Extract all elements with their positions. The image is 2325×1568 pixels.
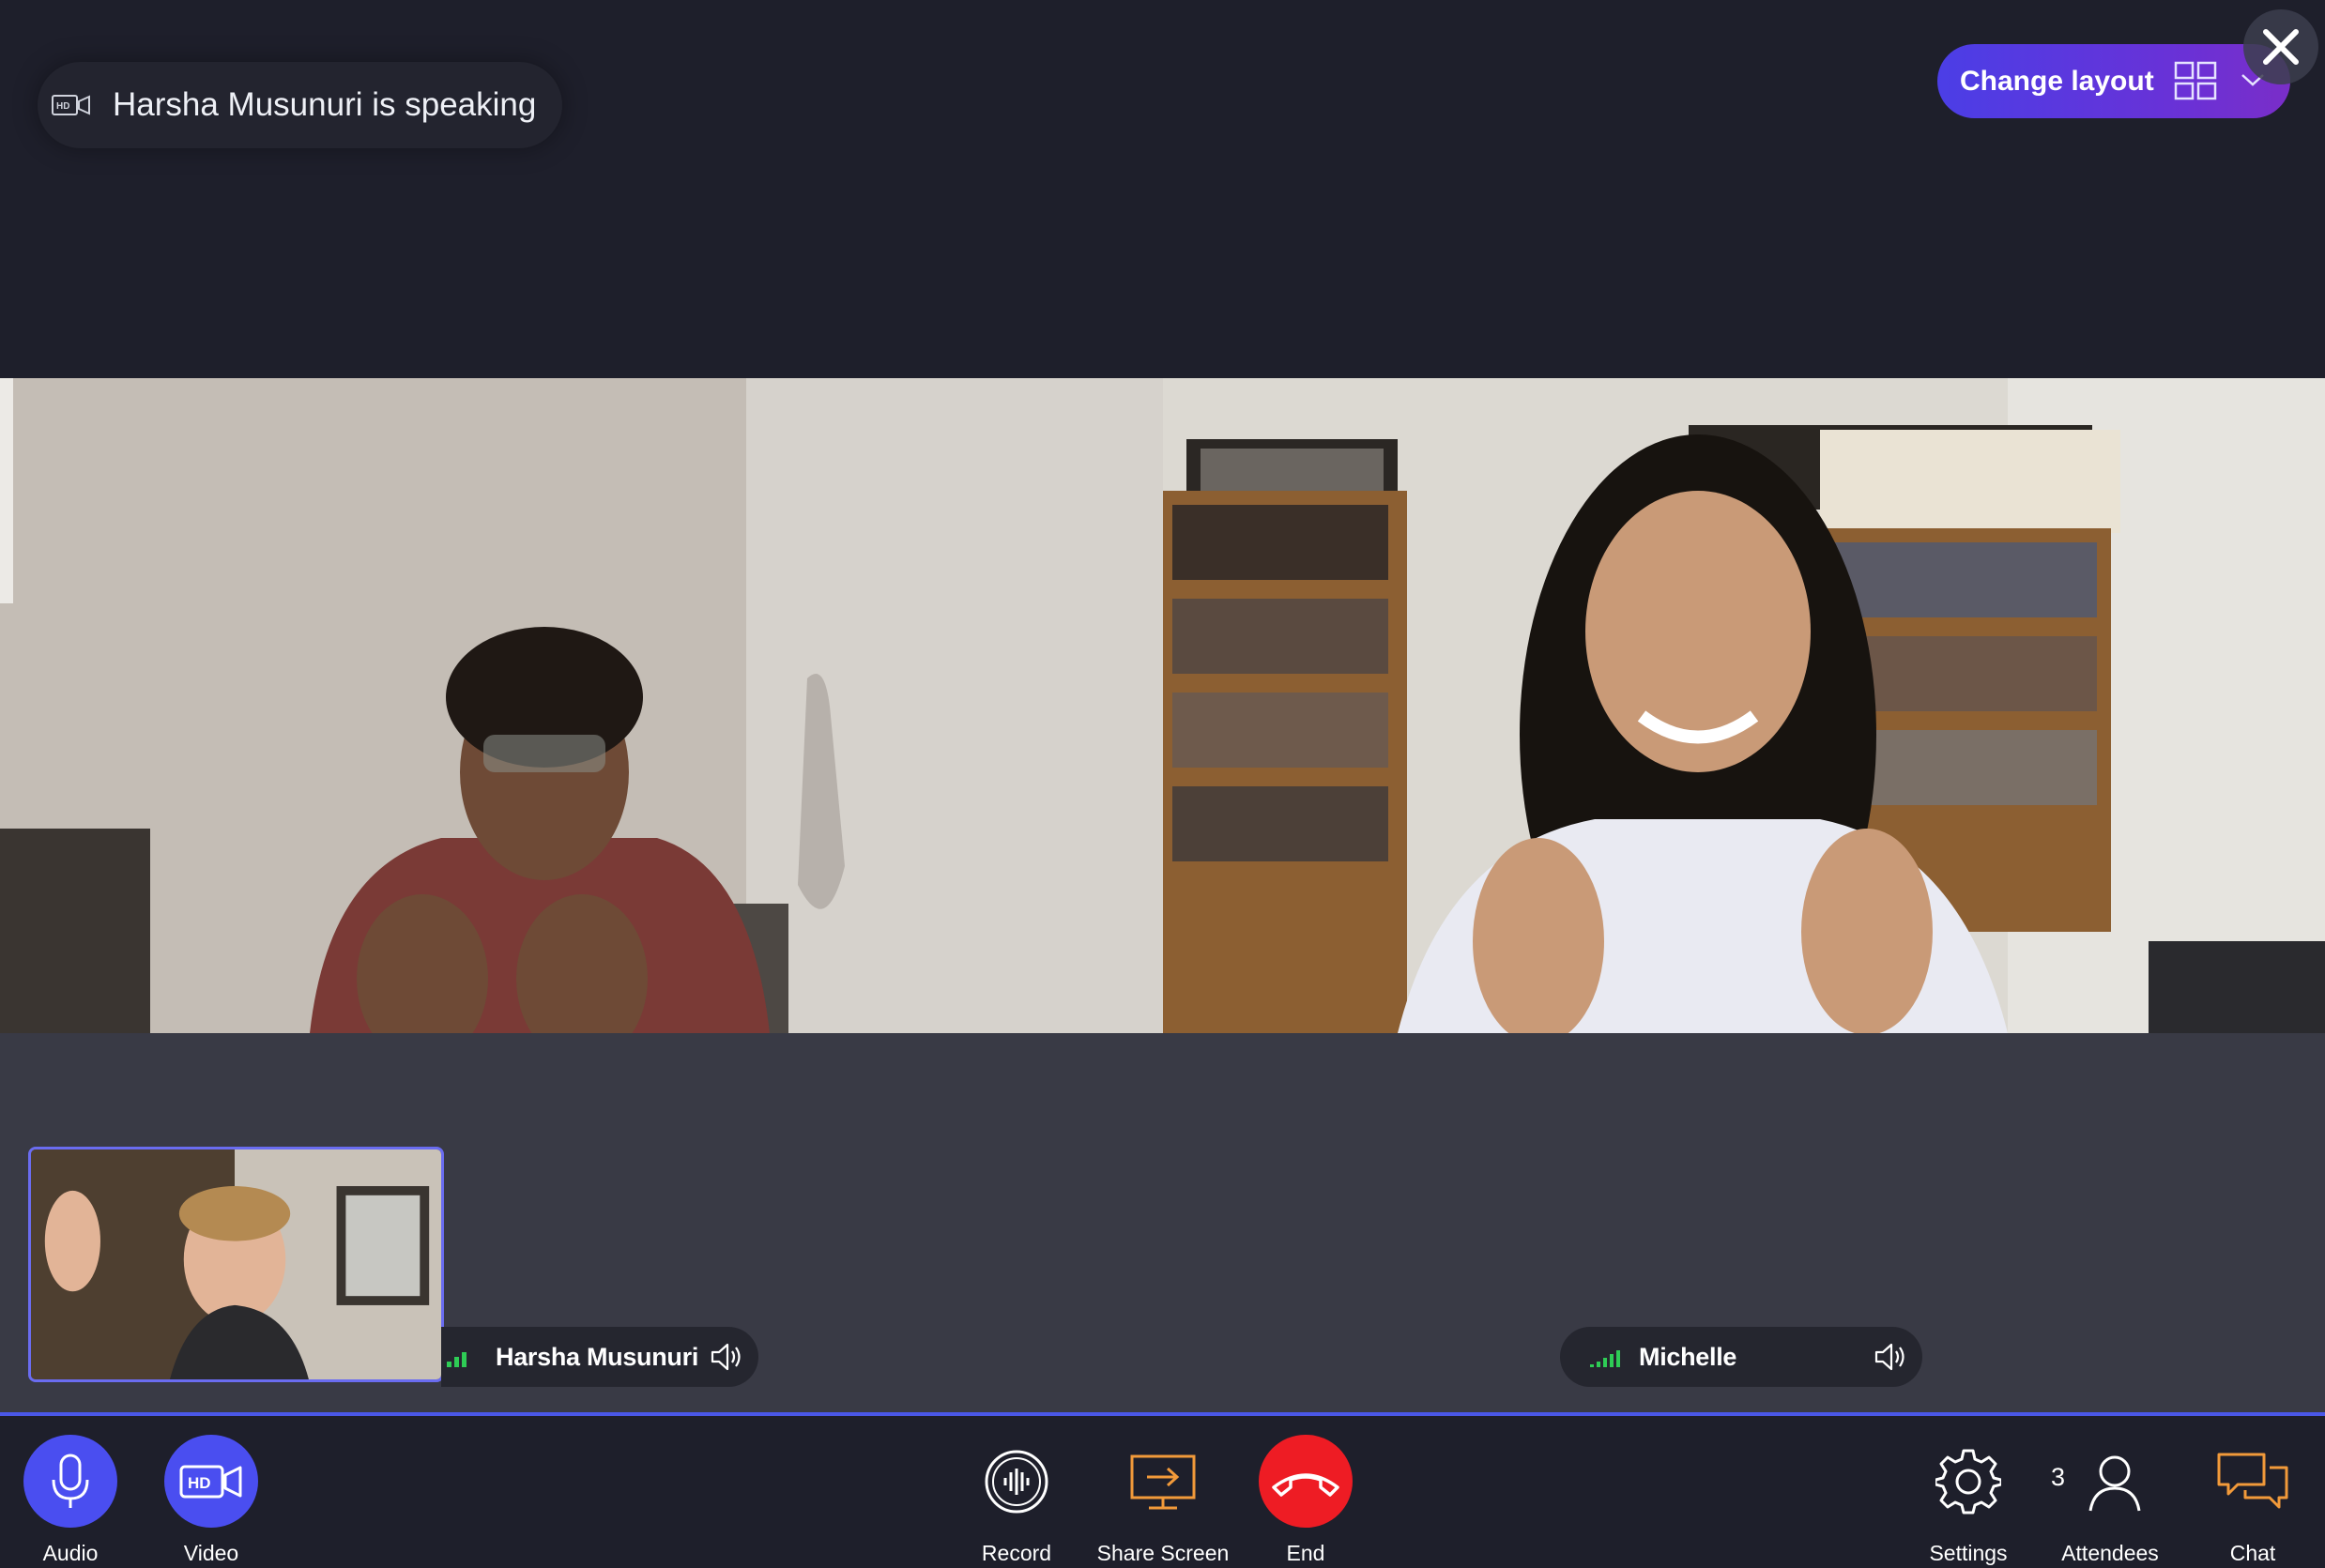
speaking-text: Harsha Musunuri is speaking <box>113 86 537 123</box>
audio-button-circle <box>23 1435 117 1528</box>
self-view-video[interactable] <box>28 1147 444 1382</box>
video-button[interactable]: HD Video <box>141 1435 282 1566</box>
hang-up-icon <box>1272 1472 1339 1497</box>
end-label: End <box>1286 1541 1325 1565</box>
share-screen-icon <box>1130 1454 1196 1509</box>
record-button-circle <box>970 1435 1063 1528</box>
chat-button[interactable]: Chat <box>2182 1435 2323 1566</box>
video-button-circle: HD <box>164 1435 258 1528</box>
change-layout-button[interactable]: Change layout <box>1937 44 2290 118</box>
attendees-button-circle <box>2063 1435 2157 1528</box>
microphone-icon <box>52 1454 89 1508</box>
audio-button[interactable]: Audio <box>0 1435 141 1566</box>
participant-name: Michelle <box>1639 1342 1737 1371</box>
chat-label: Chat <box>2229 1541 2276 1565</box>
hd-camera-icon: HD <box>52 95 90 115</box>
signal-bars-icon <box>447 1352 467 1367</box>
attendees-button[interactable]: 3 Attendees <box>2040 1435 2180 1566</box>
video-frame-harsha <box>0 378 1163 1033</box>
participant-name: Harsha Musunuri <box>496 1342 699 1371</box>
attendees-label: Attendees <box>2061 1541 2159 1565</box>
record-label: Record <box>981 1541 1052 1565</box>
video-icon-text: HD <box>188 1474 211 1492</box>
participant-video-michelle[interactable] <box>1163 378 2325 1033</box>
signal-bars-icon <box>1590 1350 1620 1367</box>
svg-text:HD: HD <box>56 101 69 112</box>
person-icon <box>2088 1455 2141 1511</box>
end-call-button[interactable]: End <box>1235 1435 1376 1566</box>
active-speaker-indicator: HD Harsha Musunuri is speaking <box>38 62 563 148</box>
share-screen-button[interactable]: Share Screen <box>1093 1435 1233 1566</box>
grid-layout-icon <box>2174 61 2217 100</box>
close-button[interactable] <box>2243 9 2318 84</box>
meeting-window: HD Harsha Musunuri is speaking Change la… <box>0 0 2325 1568</box>
close-icon <box>2263 29 2299 65</box>
name-tag-harsha: Harsha Musunuri <box>441 1327 758 1387</box>
settings-button[interactable]: Settings <box>1898 1435 2039 1566</box>
chat-button-circle <box>2206 1435 2300 1528</box>
video-frame-michelle <box>1163 378 2325 1033</box>
speaker-icon[interactable] <box>709 1341 746 1373</box>
end-button-circle <box>1259 1435 1353 1528</box>
chat-bubbles-icon <box>2217 1453 2288 1508</box>
participant-video-harsha[interactable] <box>0 378 1163 1033</box>
hd-video-icon: HD <box>179 1465 242 1498</box>
record-icon <box>985 1450 1048 1513</box>
share-button-circle <box>1116 1435 1210 1528</box>
change-layout-label: Change layout <box>1960 65 2154 97</box>
name-tag-michelle: Michelle <box>1560 1327 1922 1387</box>
speaker-icon[interactable] <box>1873 1341 1910 1373</box>
record-button[interactable]: Record <box>946 1435 1087 1566</box>
settings-button-circle <box>1921 1435 2015 1528</box>
share-label: Share Screen <box>1096 1541 1230 1565</box>
settings-label: Settings <box>1929 1541 2008 1565</box>
meeting-toolbar: Audio HD Video Record Share Screen End S… <box>0 1412 2325 1568</box>
attendees-count: 3 <box>2051 1463 2066 1491</box>
video-label: Video <box>183 1541 239 1565</box>
gear-icon <box>1935 1449 2001 1514</box>
audio-label: Audio <box>42 1541 99 1565</box>
self-view-frame <box>31 1149 441 1379</box>
